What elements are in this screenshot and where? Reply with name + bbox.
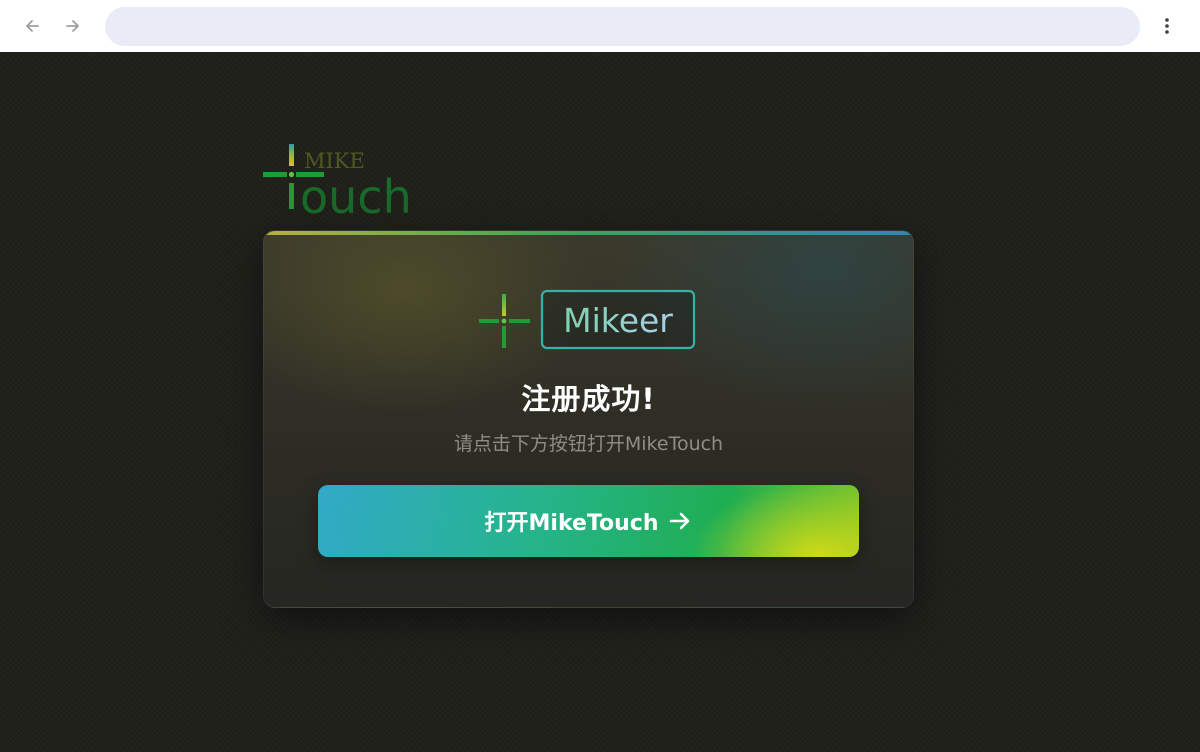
card-accent-line [264, 231, 913, 235]
success-title: 注册成功! [521, 382, 656, 416]
arrow-right-icon [670, 512, 690, 530]
mikeer-logo-text: Mikeer [563, 301, 673, 340]
forward-button[interactable] [60, 13, 86, 39]
browser-menu-button[interactable] [1154, 13, 1180, 39]
arrow-left-icon [26, 20, 39, 32]
arrow-right-icon [66, 20, 79, 32]
open-button-label: 打开MikeTouch [484, 511, 659, 536]
open-miketouch-button[interactable]: 打开MikeTouch [318, 485, 859, 557]
address-bar[interactable] [105, 7, 1140, 46]
page-background: MIKE ouch Mikeer 注册成功! 请点击下方按钮打开MikeTouc… [0, 52, 1200, 752]
back-button[interactable] [19, 13, 45, 39]
success-subtitle: 请点击下方按钮打开MikeTouch [453, 433, 724, 455]
logo-large-text: ouch [300, 170, 412, 218]
browser-toolbar [0, 0, 1200, 52]
mikeer-logo: Mikeer [479, 289, 696, 350]
mike-touch-logo: MIKE ouch [263, 144, 412, 218]
registration-success-card: Mikeer 注册成功! 请点击下方按钮打开MikeTouch 打开MikeTo… [263, 230, 914, 608]
vertical-dots-icon [1165, 18, 1169, 34]
